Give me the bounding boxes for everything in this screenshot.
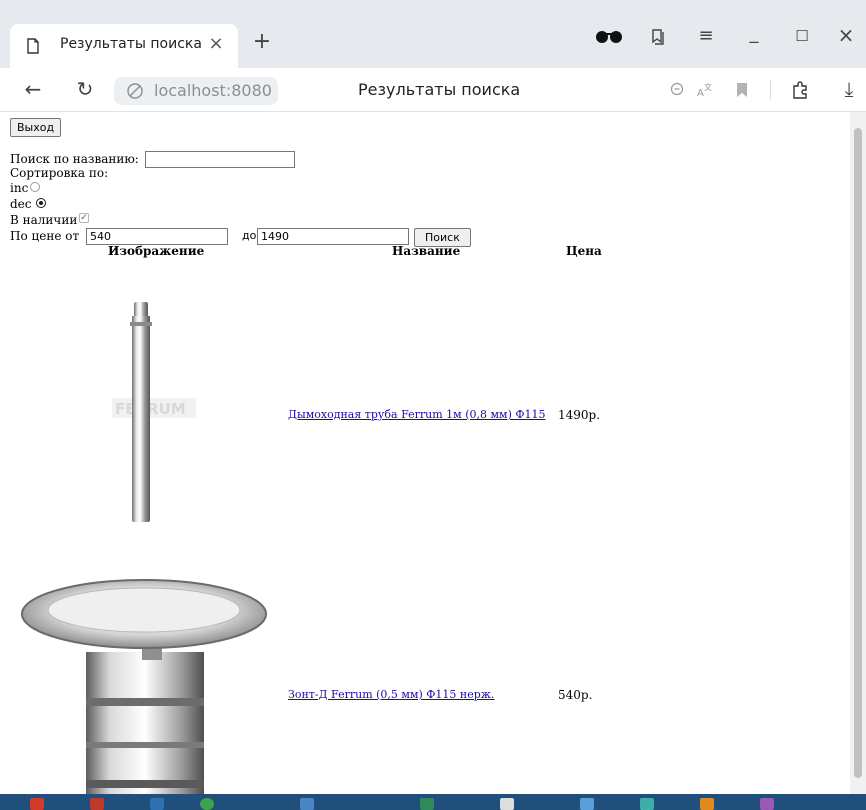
search-label: Поиск по названию: — [10, 152, 139, 166]
tab-title: Результаты поиска — [60, 36, 202, 52]
url-text: localhost:8080 — [154, 81, 272, 100]
svg-text:FERRUM: FERRUM — [115, 400, 186, 418]
zoom-icon[interactable] — [670, 82, 686, 98]
price-from-input[interactable] — [86, 228, 228, 245]
browser-tab[interactable]: Результаты поиска × — [10, 24, 238, 68]
new-tab-button[interactable]: + — [250, 30, 274, 54]
taskbar-app-icon[interactable] — [420, 798, 434, 810]
page-viewport: Выход Поиск по названию: Сортировка по: … — [0, 112, 850, 794]
reload-icon[interactable]: ↻ — [74, 79, 96, 99]
search-input[interactable] — [145, 151, 295, 168]
taskbar-app-icon[interactable] — [30, 798, 44, 810]
bookmark-icon[interactable] — [736, 82, 748, 98]
address-bar: ← ↻ localhost:8080 Результаты поиска A 文… — [0, 68, 866, 112]
svg-text:A: A — [697, 88, 704, 99]
tab-close-icon[interactable]: × — [206, 34, 226, 54]
page-title: Результаты поиска — [358, 80, 521, 99]
svg-text:文: 文 — [704, 82, 712, 92]
taskbar-app-icon[interactable] — [150, 798, 164, 810]
product-link[interactable]: Дымоходная труба Ferrum 1м (0,8 мм) Ф115 — [288, 408, 546, 421]
scrollbar-thumb[interactable] — [854, 128, 862, 778]
price-to-label: до — [242, 229, 257, 242]
sort-inc-radio[interactable] — [30, 182, 40, 192]
taskbar-app-icon[interactable] — [90, 798, 104, 810]
url-field[interactable]: localhost:8080 — [114, 77, 278, 105]
download-icon[interactable]: ⤓ — [838, 79, 860, 99]
maximize-icon[interactable]: ☐ — [792, 26, 812, 46]
sort-dec-radio[interactable] — [36, 198, 46, 208]
column-header-image: Изображение — [108, 244, 205, 258]
chimney-cap-image — [21, 579, 267, 794]
page-icon — [27, 38, 39, 54]
taskbar-app-icon[interactable] — [700, 798, 714, 810]
sort-label: Сортировка по: — [10, 166, 109, 180]
price-to-input[interactable] — [257, 228, 409, 245]
taskbar-app-icon[interactable] — [760, 798, 774, 810]
column-header-name: Название — [392, 244, 461, 258]
taskbar-app-icon[interactable] — [500, 798, 514, 810]
logout-button[interactable]: Выход — [10, 118, 62, 137]
in-stock-checkbox[interactable]: ✓ — [79, 213, 89, 223]
extensions-icon[interactable] — [790, 80, 810, 100]
taskbar-app-icon[interactable] — [300, 798, 314, 810]
collections-icon[interactable] — [650, 28, 666, 46]
product-link[interactable]: Зонт-Д Ferrum (0,5 мм) Ф115 нерж. — [288, 688, 494, 701]
window-close-icon[interactable]: × — [836, 25, 856, 45]
site-info-icon[interactable] — [126, 82, 144, 100]
taskbar-app-icon[interactable] — [640, 798, 654, 810]
minimize-icon[interactable]: _ — [744, 24, 764, 44]
toolbar-divider — [770, 80, 771, 100]
browser-tab-bar: Результаты поиска × + ≡ _ ☐ × — [0, 0, 866, 68]
incognito-glasses-icon[interactable] — [594, 28, 624, 44]
price-from-label: По цене от — [10, 229, 80, 243]
taskbar-app-icon[interactable] — [580, 798, 594, 810]
back-icon[interactable]: ← — [22, 79, 44, 99]
menu-icon[interactable]: ≡ — [696, 26, 716, 46]
sort-inc-label: inc — [10, 181, 29, 195]
in-stock-label: В наличии — [10, 213, 78, 227]
chimney-pipe-image: FERRUM — [112, 302, 196, 522]
product-price: 540р. — [558, 688, 593, 702]
sort-dec-label: dec — [10, 197, 32, 211]
product-price: 1490р. — [558, 408, 601, 422]
column-header-price: Цена — [566, 244, 602, 258]
taskbar-app-icon[interactable] — [200, 798, 214, 810]
translate-icon[interactable]: A 文 — [696, 81, 714, 99]
